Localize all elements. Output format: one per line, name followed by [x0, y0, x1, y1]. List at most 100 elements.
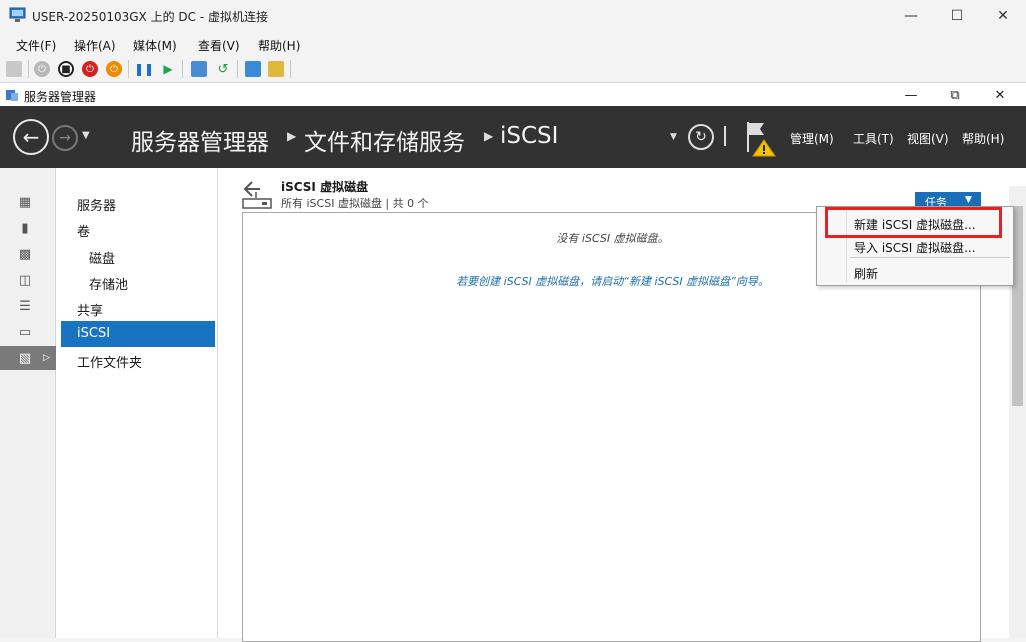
servers-icon: ▩ [18, 246, 32, 262]
header-divider [724, 126, 726, 146]
menu-media[interactable]: 媒体(M) [133, 37, 177, 54]
power-icon: ⏻ [38, 63, 46, 75]
rail-dashboard[interactable]: ▦ [0, 190, 56, 214]
sm-title-bar: 服务器管理器 — ⧉ ✕ [0, 82, 1026, 106]
arrow-right-icon: → [59, 130, 71, 146]
save-button[interactable]: ⏻ [106, 61, 122, 77]
toolbar-separator [237, 60, 238, 78]
annotation-highlight-box [825, 207, 1002, 238]
tile-title: iSCSI 虚拟磁盘 [281, 180, 369, 194]
vm-window-title: USER-20250103GX 上的 DC - 虚拟机连接 [32, 10, 268, 24]
dashboard-icon: ▦ [18, 194, 32, 210]
minimize-icon: — [904, 87, 918, 103]
vm-menu-bar: 文件(F) 操作(A) 媒体(M) 查看(V) 帮助(H) [0, 32, 1026, 56]
sm-close-button[interactable]: ✕ [977, 83, 1023, 107]
file-storage-nav: 服务器 卷 磁盘 存储池 共享 iSCSI 工作文件夹 [56, 168, 218, 638]
rail-file-sharing[interactable]: ▭ [0, 320, 56, 344]
toolbar-separator [128, 60, 129, 78]
close-icon: ✕ [997, 8, 1009, 24]
breadcrumb-file-storage[interactable]: 文件和存储服务 [304, 123, 465, 157]
menu-item-import-iscsi-disk[interactable]: 导入 iSCSI 虚拟磁盘... [817, 235, 1013, 257]
play-icon: ▶ [163, 62, 173, 76]
nav-item-storage-pools[interactable]: 存储池 [61, 269, 215, 295]
menu-item-refresh[interactable]: 刷新 [817, 261, 1013, 283]
vm-maximize-button[interactable]: ☐ [934, 0, 980, 32]
file-storage-icon: ▧ [18, 350, 32, 366]
ctrl-alt-del-button[interactable] [6, 61, 22, 77]
share-folder-icon: ▭ [18, 324, 32, 340]
turn-off-button[interactable]: ■ [58, 61, 74, 77]
rail-ad-ds[interactable]: ◫ [0, 268, 56, 292]
save-state-icon: ⏻ [110, 63, 118, 75]
header-menu-tools[interactable]: 工具(T) [853, 130, 894, 147]
server-manager-icon [6, 90, 18, 101]
maximize-icon: ☐ [950, 8, 964, 24]
vm-toolbar: ⏻ ■ ⏻ ⏻ ❚❚ ▶ ↺ [0, 56, 1026, 82]
rail-local-server[interactable]: ▮ [0, 216, 56, 240]
vm-connection-icon [9, 7, 26, 22]
back-button[interactable]: ← [13, 119, 49, 155]
toolbar-separator [182, 60, 183, 78]
checkpoint-button[interactable] [191, 61, 207, 77]
sm-minimize-button[interactable]: — [888, 83, 934, 107]
enhanced-session-button[interactable] [245, 61, 261, 77]
menu-file[interactable]: 文件(F) [16, 37, 56, 54]
refresh-icon: ↻ [695, 129, 707, 145]
menu-help[interactable]: 帮助(H) [258, 37, 300, 54]
nav-item-volumes[interactable]: 卷 [61, 216, 215, 242]
vm-title-bar: USER-20250103GX 上的 DC - 虚拟机连接 — ☐ ✕ [0, 0, 1026, 32]
nav-item-work-folders[interactable]: 工作文件夹 [61, 347, 215, 373]
rail-all-servers[interactable]: ▩ [0, 242, 56, 266]
header-menu-manage[interactable]: 管理(M) [790, 130, 834, 147]
share-button[interactable] [268, 61, 284, 77]
iscsi-disk-icon [242, 181, 272, 209]
breadcrumb-iscsi: iSCSI [500, 123, 559, 149]
dns-icon: ☰ [19, 298, 31, 314]
nav-item-iscsi[interactable]: iSCSI [61, 321, 215, 347]
start-button[interactable]: ⏻ [34, 61, 50, 77]
refresh-button[interactable]: ↻ [688, 124, 714, 150]
arrow-left-icon: ← [22, 125, 40, 149]
menu-action[interactable]: 操作(A) [74, 37, 116, 54]
shutdown-icon: ⏻ [86, 63, 94, 75]
tile-subtitle: 所有 iSCSI 虚拟磁盘 | 共 0 个 [281, 197, 429, 210]
restore-icon: ⧉ [950, 87, 960, 103]
resume-button[interactable]: ▶ [160, 61, 176, 77]
header-menu-help[interactable]: 帮助(H) [962, 130, 1004, 147]
nav-item-shares[interactable]: 共享 [61, 295, 215, 321]
refresh-dropdown-icon[interactable]: ▼ [670, 132, 677, 142]
directory-icon: ◫ [18, 272, 32, 288]
breadcrumb-server-manager[interactable]: 服务器管理器 [131, 123, 269, 157]
breadcrumb-separator-icon: ▶ [484, 129, 494, 143]
stop-icon: ■ [61, 63, 71, 75]
sm-restore-button[interactable]: ⧉ [932, 83, 978, 107]
forward-button[interactable]: → [52, 125, 78, 151]
sm-header: ← → ▼ 服务器管理器 ▶ 文件和存储服务 ▶ iSCSI ▼ ↻ 管理(M)… [0, 106, 1026, 168]
vm-minimize-button[interactable]: — [888, 0, 934, 32]
nav-item-disks[interactable]: 磁盘 [61, 243, 215, 269]
toolbar-separator [290, 60, 291, 78]
shutdown-button[interactable]: ⏻ [82, 61, 98, 77]
header-menu-view[interactable]: 视图(V) [907, 130, 949, 147]
left-icon-rail: ▦ ▮ ▩ ◫ ☰ ▭ ▧ ▷ [0, 168, 56, 638]
vm-close-button[interactable]: ✕ [980, 0, 1026, 32]
menu-separator [850, 257, 1010, 258]
revert-icon: ↺ [217, 61, 229, 77]
menu-view[interactable]: 查看(V) [198, 37, 240, 54]
pause-button[interactable]: ❚❚ [133, 61, 155, 77]
minimize-icon: — [904, 8, 918, 24]
toolbar-separator [28, 60, 29, 78]
chevron-down-icon: ▼ [965, 195, 972, 205]
rail-dns[interactable]: ☰ [0, 294, 56, 318]
revert-button[interactable]: ↺ [215, 61, 231, 77]
expand-arrow-icon: ▷ [43, 353, 50, 363]
rail-file-storage[interactable]: ▧ ▷ [0, 346, 56, 370]
close-icon: ✕ [994, 87, 1006, 103]
sm-window-title: 服务器管理器 [24, 90, 97, 104]
notifications-flag-icon[interactable] [744, 120, 778, 158]
nav-item-servers[interactable]: 服务器 [61, 190, 215, 216]
breadcrumb-separator-icon: ▶ [287, 129, 297, 143]
server-icon: ▮ [21, 220, 29, 236]
pause-icon: ❚❚ [133, 62, 155, 76]
history-dropdown-icon[interactable]: ▼ [82, 130, 90, 141]
